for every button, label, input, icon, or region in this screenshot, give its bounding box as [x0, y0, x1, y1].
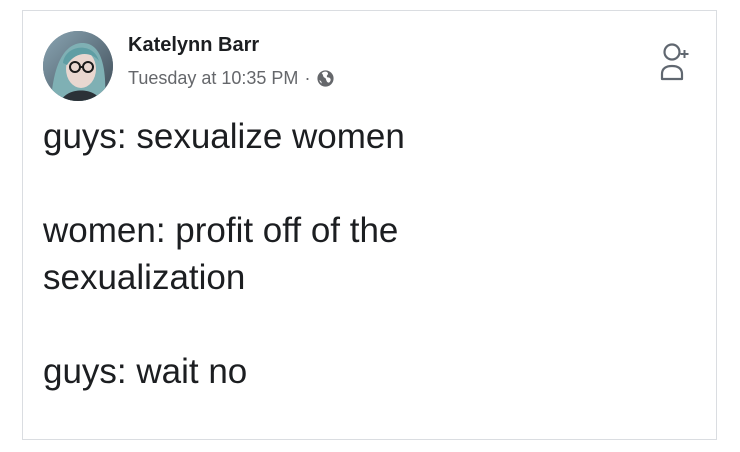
author-name[interactable]: Katelynn Barr: [128, 34, 259, 57]
meta-separator: ·: [304, 68, 311, 88]
add-friend-icon[interactable]: [660, 41, 690, 83]
post-card: Katelynn Barr Tuesday at 10:35 PM · guys…: [22, 10, 717, 440]
avatar-image: [43, 31, 113, 101]
avatar[interactable]: [43, 31, 113, 101]
post-line: guys: sexualize women: [43, 117, 405, 156]
post-timestamp[interactable]: Tuesday at 10:35 PM: [128, 68, 298, 89]
post-body: guys: sexualize women women: profit off …: [43, 113, 693, 395]
post-meta: Tuesday at 10:35 PM ·: [128, 68, 335, 89]
post-line: guys: wait no: [43, 352, 248, 391]
post-line: women: profit off of the sexualization: [43, 211, 399, 297]
globe-icon[interactable]: [316, 69, 335, 88]
